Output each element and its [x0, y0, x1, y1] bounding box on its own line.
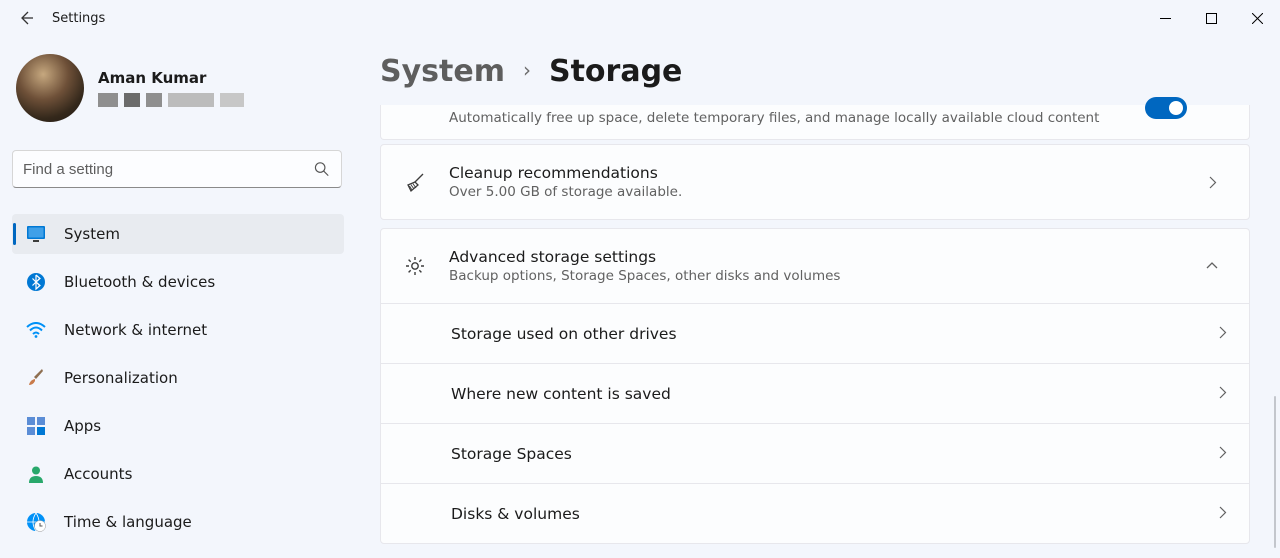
nav-item-apps[interactable]: Apps	[12, 406, 344, 446]
minimize-button[interactable]	[1142, 2, 1188, 34]
breadcrumb-current: Storage	[549, 54, 682, 89]
card-advanced: Advanced storage settings Backup options…	[380, 228, 1250, 544]
card-cleanup[interactable]: Cleanup recommendations Over 5.00 GB of …	[380, 144, 1250, 220]
arrow-left-icon	[18, 10, 34, 26]
advanced-subtitle: Backup options, Storage Spaces, other di…	[449, 268, 1175, 284]
profile-name: Aman Kumar	[98, 69, 244, 87]
cleanup-title: Cleanup recommendations	[449, 164, 1175, 182]
nav-item-bluetooth[interactable]: Bluetooth & devices	[12, 262, 344, 302]
nav-label: Accounts	[64, 465, 132, 483]
nav-label: Personalization	[64, 369, 178, 387]
advanced-sublist: Storage used on other drives Where new c…	[381, 303, 1249, 543]
nav-label: Time & language	[64, 513, 192, 531]
maximize-icon	[1206, 13, 1217, 24]
subrow-other-drives[interactable]: Storage used on other drives	[381, 303, 1249, 363]
advanced-title: Advanced storage settings	[449, 248, 1175, 266]
chevron-right-icon	[1195, 176, 1229, 189]
close-icon	[1252, 13, 1263, 24]
bluetooth-icon	[26, 272, 46, 292]
profile-email-redacted	[98, 93, 244, 107]
search-input[interactable]	[23, 161, 314, 178]
chevron-right-icon: ›	[523, 58, 531, 82]
scrollbar[interactable]	[1274, 396, 1276, 548]
subrow-storage-spaces[interactable]: Storage Spaces	[381, 423, 1249, 483]
brush-icon	[26, 368, 46, 388]
close-button[interactable]	[1234, 2, 1280, 34]
chevron-right-icon	[1216, 325, 1229, 343]
breadcrumb-parent[interactable]: System	[380, 54, 505, 89]
breadcrumb: System › Storage	[380, 54, 1250, 89]
nav-item-network[interactable]: Network & internet	[12, 310, 344, 350]
storage-sense-subtitle: Automatically free up space, delete temp…	[449, 110, 1125, 126]
avatar	[16, 54, 84, 122]
nav-item-time[interactable]: Time & language	[12, 502, 344, 542]
subrow-label: Disks & volumes	[451, 505, 580, 523]
clock-globe-icon	[26, 512, 46, 532]
card-storage-sense[interactable]: Automatically free up space, delete temp…	[380, 105, 1250, 140]
nav-list: System Bluetooth & devices Network & int…	[12, 214, 358, 542]
subrow-label: Storage used on other drives	[451, 325, 677, 343]
content-area: System › Storage Automatically free up s…	[358, 36, 1280, 558]
nav-label: Network & internet	[64, 321, 207, 339]
subrow-disks-volumes[interactable]: Disks & volumes	[381, 483, 1249, 543]
back-button[interactable]	[6, 2, 46, 34]
search-icon	[314, 161, 329, 177]
apps-icon	[26, 416, 46, 436]
window-title: Settings	[52, 11, 105, 26]
title-bar: Settings	[0, 0, 1280, 36]
chevron-right-icon	[1216, 505, 1229, 523]
nav-label: System	[64, 225, 120, 243]
chevron-right-icon	[1216, 385, 1229, 403]
wifi-icon	[26, 320, 46, 340]
chevron-up-icon	[1195, 259, 1229, 273]
monitor-icon	[26, 224, 46, 244]
nav-item-accounts[interactable]: Accounts	[12, 454, 344, 494]
broom-icon	[401, 171, 429, 193]
maximize-button[interactable]	[1188, 2, 1234, 34]
nav-label: Bluetooth & devices	[64, 273, 215, 291]
profile-section[interactable]: Aman Kumar	[12, 54, 358, 122]
nav-item-system[interactable]: System	[12, 214, 344, 254]
nav-item-personalization[interactable]: Personalization	[12, 358, 344, 398]
advanced-header[interactable]: Advanced storage settings Backup options…	[381, 229, 1249, 303]
storage-sense-toggle[interactable]	[1145, 97, 1187, 119]
minimize-icon	[1160, 13, 1171, 24]
subrow-label: Where new content is saved	[451, 385, 671, 403]
chevron-right-icon	[1216, 445, 1229, 463]
sidebar: Aman Kumar Sys	[0, 36, 358, 558]
gear-icon	[401, 255, 429, 277]
subrow-new-content[interactable]: Where new content is saved	[381, 363, 1249, 423]
cleanup-subtitle: Over 5.00 GB of storage available.	[449, 184, 1175, 200]
person-icon	[26, 464, 46, 484]
search-box[interactable]	[12, 150, 342, 188]
nav-label: Apps	[64, 417, 101, 435]
subrow-label: Storage Spaces	[451, 445, 572, 463]
